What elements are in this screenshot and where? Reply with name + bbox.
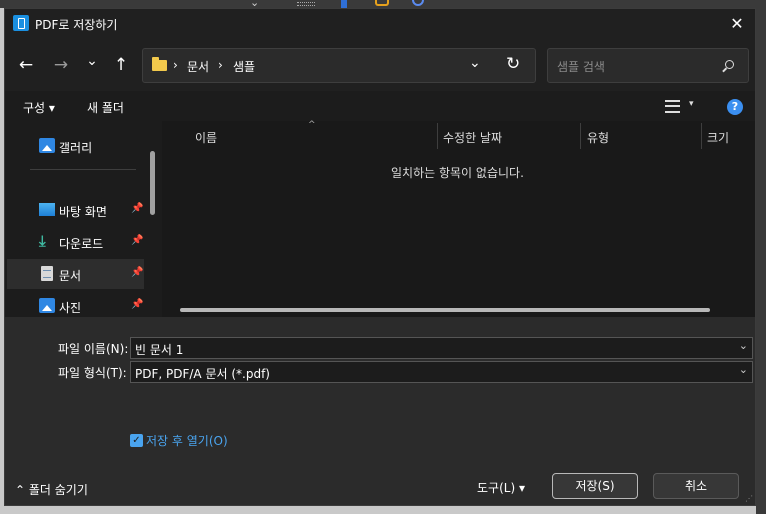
pictures-icon xyxy=(39,298,55,313)
desktop-icon xyxy=(39,203,55,216)
sidebar-item-gallery[interactable]: 갤러리 xyxy=(7,131,144,161)
back-button[interactable]: ← xyxy=(14,53,38,77)
cancel-button[interactable]: 취소 xyxy=(653,473,739,499)
pin-icon: 📌 xyxy=(131,267,144,278)
chevron-down-icon[interactable]: ⌄ xyxy=(739,339,748,352)
resize-grip-icon[interactable]: ⋰ xyxy=(745,494,753,503)
open-after-save-label[interactable]: 저장 후 열기(O) xyxy=(146,432,228,449)
sidebar-item-label: 갤러리 xyxy=(59,141,93,155)
pin-icon: 📌 xyxy=(131,299,144,310)
background-grip-icon xyxy=(297,2,315,6)
address-bar[interactable]: › 문서 › 샘플 ⌄ ↻ xyxy=(142,48,536,83)
search-input[interactable]: 샘플 검색 xyxy=(557,58,605,75)
divider xyxy=(30,169,136,170)
chevron-down-icon[interactable]: ⌄ xyxy=(739,363,748,376)
command-bar: 구성 ▾ 새 폴더 ▾ ? xyxy=(5,91,755,121)
breadcrumb-documents[interactable]: 문서 xyxy=(187,58,209,75)
pin-icon: 📌 xyxy=(131,235,144,246)
download-icon: ⤓ xyxy=(39,232,46,250)
sidebar-item-label: 문서 xyxy=(59,269,82,283)
recent-locations-button[interactable]: ⌄ xyxy=(80,49,104,73)
refresh-button[interactable]: ↻ xyxy=(506,54,520,74)
column-header-name[interactable]: 이름 xyxy=(195,129,217,146)
save-dialog: PDF로 저장하기 ✕ ← → ⌄ ↑ › 문서 › 샘플 ⌄ ↻ 샘플 검색 … xyxy=(4,8,756,506)
breadcrumb-separator: › xyxy=(173,58,178,72)
background-taskbar: ⌄ xyxy=(0,0,766,9)
search-icon xyxy=(725,60,734,69)
window-title: PDF로 저장하기 xyxy=(35,18,118,32)
forward-button[interactable]: → xyxy=(49,53,73,77)
background-window-edge xyxy=(756,8,766,514)
background-app-icon xyxy=(375,0,389,6)
background-accent xyxy=(341,0,347,8)
gallery-icon xyxy=(39,138,55,153)
documents-icon xyxy=(41,266,53,281)
pin-icon: 📌 xyxy=(131,203,144,214)
navigation-bar: ← → ⌄ ↑ › 문서 › 샘플 ⌄ ↻ 샘플 검색 xyxy=(5,39,755,91)
view-options-icon[interactable] xyxy=(665,100,680,113)
column-header-modified[interactable]: 수정한 날짜 xyxy=(443,129,502,146)
sidebar-item-label: 다운로드 xyxy=(59,237,104,251)
sidebar-item-label: 바탕 화면 xyxy=(59,205,107,219)
folder-icon xyxy=(152,57,167,71)
sidebar-item-downloads[interactable]: ⤓ 다운로드 📌 xyxy=(7,227,144,257)
column-header-size[interactable]: 크기 xyxy=(707,129,729,146)
filetype-label: 파일 형식(T): xyxy=(58,366,127,380)
empty-message: 일치하는 항목이 없습니다. xyxy=(391,166,524,180)
help-button[interactable]: ? xyxy=(727,99,743,115)
breadcrumb-separator: › xyxy=(218,58,223,72)
save-button[interactable]: 저장(S) xyxy=(552,473,638,499)
column-divider[interactable] xyxy=(701,123,702,149)
save-options-panel: 파일 이름(N): 빈 문서 1 ⌄ 파일 형식(T): PDF, PDF/A … xyxy=(5,317,755,505)
hide-folders-button[interactable]: ⌃ 폴더 숨기기 xyxy=(15,481,88,498)
organize-button[interactable]: 구성 ▾ xyxy=(23,99,55,116)
address-dropdown-button[interactable]: ⌄ xyxy=(469,55,481,71)
up-button[interactable]: ↑ xyxy=(109,53,133,77)
column-header-type[interactable]: 유형 xyxy=(587,129,609,146)
background-search-icon xyxy=(412,0,424,6)
app-icon xyxy=(13,15,29,31)
sort-caret-icon: ^ xyxy=(308,120,316,130)
sidebar-item-documents[interactable]: 문서 📌 xyxy=(7,259,144,289)
horizontal-scrollbar[interactable] xyxy=(180,308,710,312)
filename-field[interactable]: 빈 문서 1 ⌄ xyxy=(130,337,753,359)
open-after-save-checkbox[interactable]: ✓ xyxy=(130,434,143,447)
column-divider[interactable] xyxy=(437,123,438,149)
close-button[interactable]: ✕ xyxy=(723,11,751,37)
filetype-select[interactable]: PDF, PDF/A 문서 (*.pdf) ⌄ xyxy=(130,361,753,383)
navigation-pane: 갤러리 바탕 화면 📌 ⤓ 다운로드 📌 문서 📌 사진 📌 xyxy=(5,121,162,317)
sidebar-scrollbar[interactable] xyxy=(150,151,155,215)
search-box[interactable]: 샘플 검색 xyxy=(547,48,749,83)
sidebar-item-desktop[interactable]: 바탕 화면 📌 xyxy=(7,195,144,225)
filename-label: 파일 이름(N): xyxy=(58,342,129,356)
filetype-value[interactable]: PDF, PDF/A 문서 (*.pdf) xyxy=(135,365,270,382)
title-bar: PDF로 저장하기 ✕ xyxy=(5,9,755,39)
column-divider[interactable] xyxy=(580,123,581,149)
filename-value[interactable]: 빈 문서 1 xyxy=(135,341,183,358)
new-folder-button[interactable]: 새 폴더 xyxy=(87,99,124,116)
file-list: 이름 ^ 수정한 날짜 유형 크기 일치하는 항목이 없습니다. xyxy=(162,120,755,317)
view-options-dropdown[interactable]: ▾ xyxy=(689,99,694,109)
sidebar-item-label: 사진 xyxy=(59,301,82,315)
tools-menu-button[interactable]: 도구(L) ▾ xyxy=(477,479,525,496)
breadcrumb-samples[interactable]: 샘플 xyxy=(233,58,255,75)
sidebar-item-pictures[interactable]: 사진 📌 xyxy=(7,291,144,317)
